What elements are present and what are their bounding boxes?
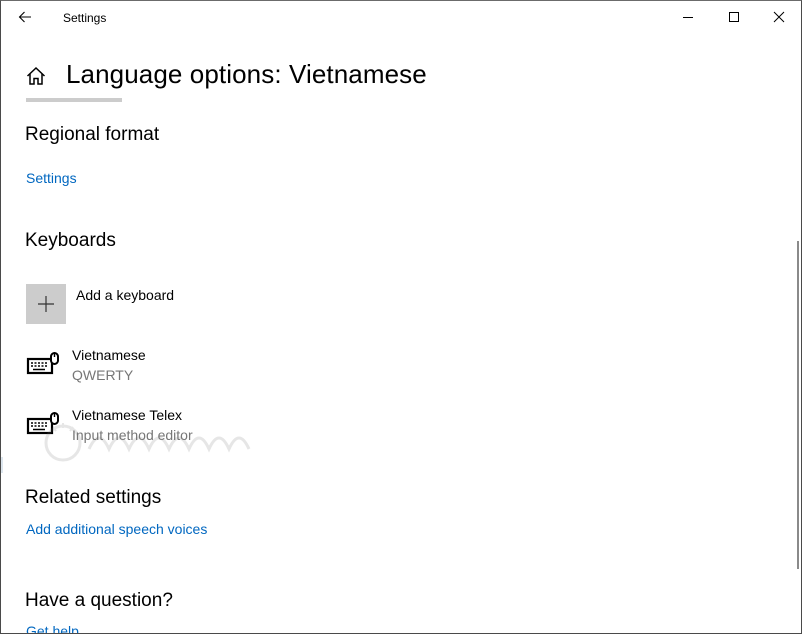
keyboard-item-vietnamese[interactable]: Vietnamese QWERTY <box>26 347 326 391</box>
window-edge-highlight <box>1 457 3 473</box>
add-speech-voices-link[interactable]: Add additional speech voices <box>26 521 207 537</box>
minimize-button[interactable] <box>665 1 711 33</box>
keyboard-name: Vietnamese <box>72 347 146 363</box>
close-icon <box>773 11 785 23</box>
regional-format-heading: Regional format <box>25 124 160 145</box>
minimize-icon <box>683 17 693 18</box>
home-icon[interactable] <box>25 65 47 87</box>
title-bar: Settings <box>1 1 801 34</box>
maximize-button[interactable] <box>711 1 757 33</box>
keyboard-name: Vietnamese Telex <box>72 407 182 423</box>
plus-icon <box>38 296 54 312</box>
add-keyboard-button[interactable] <box>26 284 66 324</box>
window-title: Settings <box>63 11 107 25</box>
keyboards-heading: Keyboards <box>25 230 116 251</box>
back-arrow-icon <box>18 11 31 23</box>
header-underline <box>26 98 122 102</box>
settings-window: Settings Language options: Vietnamese Re… <box>0 0 802 634</box>
add-keyboard-label[interactable]: Add a keyboard <box>76 287 174 303</box>
close-button[interactable] <box>756 1 801 33</box>
keyboard-item-vietnamese-telex[interactable]: Vietnamese Telex Input method editor <box>26 407 326 451</box>
scrollbar-thumb[interactable] <box>797 241 799 569</box>
keyboard-layout: QWERTY <box>72 367 134 383</box>
get-help-link[interactable]: Get help <box>26 623 79 633</box>
regional-format-settings-link[interactable]: Settings <box>26 170 77 186</box>
back-button[interactable] <box>10 3 40 31</box>
help-heading: Have a question? <box>25 590 173 611</box>
related-settings-heading: Related settings <box>25 487 162 508</box>
keyboard-icon <box>26 352 59 375</box>
keyboard-icon <box>26 412 59 435</box>
maximize-icon <box>729 12 739 22</box>
keyboard-layout: Input method editor <box>72 427 193 443</box>
page-title: Language options: Vietnamese <box>66 59 427 89</box>
